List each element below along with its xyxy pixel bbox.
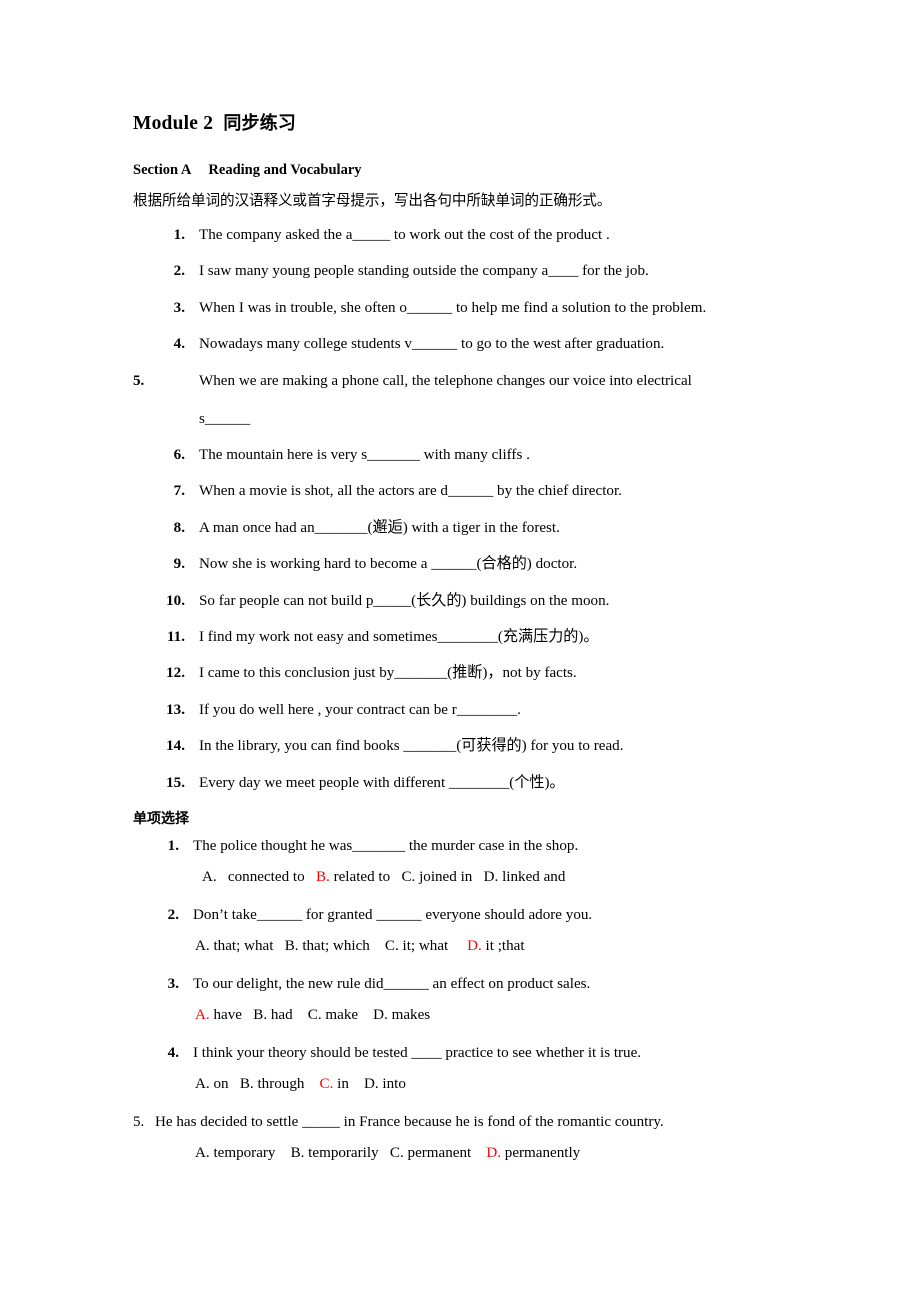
vocabulary-question-item: 7. When a movie is shot, all the actors a… [133,482,790,502]
options-after-answer: it ;that [481,938,525,955]
question-text: I saw many young people standing outside… [199,263,649,280]
question-text: I think your theory should be tested ___… [193,1044,642,1061]
question-number: 2. [167,907,179,924]
question-text: The police thought he was_______ the mur… [193,838,579,855]
question-number: 6. [173,446,185,463]
question-number: 1. [167,838,179,855]
question-text: When a movie is shot, all the actors are… [199,483,622,500]
options-before-answer: A. temporary B. temporarily C. permanent [195,1144,487,1161]
page-title: Module 2 同步练习 [133,112,790,135]
multiple-choice-options: A. have B. had C. make D. makes [133,1006,790,1026]
question-number: 3. [173,299,185,316]
question-number: 3. [167,976,179,993]
question-number: 4. [167,1044,179,1061]
question-text: When I was in trouble, she often o______… [199,299,707,316]
question-text: Now she is working hard to become a ____… [199,556,578,573]
question-text: To our delight, the new rule did______ a… [193,976,591,993]
vocabulary-question-item: 13. If you do well here , your contract c… [133,701,790,721]
options-before-answer: A. that; what B. that; which C. it; what [195,938,468,955]
options-after-answer: have B. had C. make D. makes [209,1006,431,1023]
vocabulary-question-item: 5. When we are making a phone call, the t… [133,372,790,430]
vocabulary-question-item: 15. Every day we meet people with differe… [133,774,790,794]
vocabulary-question-item: 3. When I was in trouble, she often o____… [133,299,790,319]
question-text: If you do well here , your contract can … [199,701,521,718]
vocabulary-question-item: 10. So far people can not build p_____(长久… [133,592,790,612]
multiple-choice-stem: 4. I think your theory should be tested _… [133,1044,790,1064]
question-number: 11. [166,629,185,646]
vocabulary-question-item: 6. The mountain here is very s_______ wit… [133,446,790,466]
question-number: 5. [133,1113,145,1130]
multiple-choice-item: 2. Don’t take______ for granted ______ ev… [133,906,790,957]
vocabulary-question-item: 12. I came to this conclusion just by____… [133,664,790,684]
question-number: 8. [173,519,185,536]
vocabulary-instruction: 根据所给单词的汉语释义或首字母提示，写出各句中所缺单词的正确形式。 [133,192,612,210]
question-number: 4. [173,336,185,353]
vocabulary-question-item: 4. Nowadays many college students v______… [133,335,790,355]
multiple-choice-options: A. temporary B. temporarily C. permanent… [133,1144,790,1164]
section-a-heading: Section A Reading and Vocabulary [133,161,790,180]
correct-answer-letter[interactable]: D. [486,1145,501,1161]
vocabulary-question-item: 14. In the library, you can find books __… [133,737,790,757]
vocabulary-question-item: 9. Now she is working hard to become a __… [133,555,790,575]
vocabulary-question-item: 11. I find my work not easy and sometimes… [133,628,790,648]
correct-answer-letter[interactable]: B. [316,869,330,885]
question-number: 2. [173,263,185,280]
options-after-answer: permanently [501,1144,581,1161]
vocabulary-question-item: 1. The company asked the a_____ to work o… [133,226,790,246]
question-number: 10. [166,592,185,609]
question-text: Every day we meet people with different … [199,774,565,791]
question-text: I came to this conclusion just by_______… [199,665,577,682]
multiple-choice-stem: 2. Don’t take______ for granted ______ ev… [133,906,790,926]
multiple-choice-options: A. connected to B. related to C. joined … [133,868,790,888]
correct-answer-letter[interactable]: A. [195,1007,210,1023]
question-text: In the library, you can find books _____… [199,738,624,755]
vocabulary-question-item: 2. I saw many young people standing outsi… [133,262,790,282]
options-after-answer: related to C. joined in D. linked and [329,869,566,886]
question-text: Don’t take______ for granted ______ ever… [193,907,593,924]
question-number: 7. [173,483,185,500]
options-after-answer: in D. into [333,1075,406,1092]
multiple-choice-item: 3. To our delight, the new rule did______… [133,975,790,1026]
options-before-answer: A. on B. through [195,1075,320,1092]
question-number: 1. [173,226,185,243]
vocabulary-question-item: 8. A man once had an_______(邂逅) with a ti… [133,519,790,539]
page-title-cjk: 同步练习 [223,113,297,134]
question-text: I find my work not easy and sometimes___… [199,629,599,646]
multiple-choice-stem: 1. The police thought he was_______ the m… [133,837,790,857]
vocabulary-question-list: 1. The company asked the a_____ to work o… [133,226,790,794]
multiple-choice-stem: 3. To our delight, the new rule did______… [133,975,790,995]
question-text: Nowadays many college students v______ t… [199,336,665,353]
question-text-continuation: s______ [199,410,251,427]
question-number: 9. [173,556,185,573]
page-title-module: Module 2 [133,113,214,134]
question-number: 12. [166,665,185,682]
section-a-name: Reading and Vocabulary [208,162,362,179]
question-number: 5. [133,372,145,389]
question-text: A man once had an_______(邂逅) with a tige… [199,519,560,536]
multiple-choice-options: A. on B. through C. in D. into [133,1075,790,1095]
multiple-choice-item: 4. I think your theory should be tested _… [133,1044,790,1095]
document-page: Module 2 同步练习 Section A Reading and Vocab… [0,0,920,1302]
multiple-choice-heading: 单项选择 [133,811,189,828]
correct-answer-letter[interactable]: C. [320,1076,334,1092]
question-text: When we are making a phone call, the tel… [199,372,692,389]
question-number: 15. [166,774,185,791]
question-number: 14. [166,738,185,755]
multiple-choice-item: 5. He has decided to settle _____ in Fran… [133,1113,790,1164]
multiple-choice-list: 1. The police thought he was_______ the m… [133,837,790,1163]
correct-answer-letter[interactable]: D. [467,938,482,954]
multiple-choice-item: 1. The police thought he was_______ the m… [133,837,790,888]
question-number: 13. [166,701,185,718]
question-text: The mountain here is very s_______ with … [199,446,530,463]
question-text: The company asked the a_____ to work out… [199,226,610,243]
multiple-choice-options: A. that; what B. that; which C. it; what… [133,937,790,957]
section-a-label: Section A [133,162,192,179]
question-text: So far people can not build p_____(长久的) … [199,592,610,609]
question-text: He has decided to settle _____ in France… [155,1113,664,1130]
multiple-choice-stem: 5. He has decided to settle _____ in Fran… [133,1113,790,1133]
options-before-answer: A. connected to [199,869,316,886]
